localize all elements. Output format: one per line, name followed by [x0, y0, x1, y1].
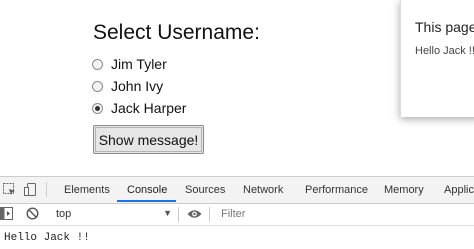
radio-label: John Ivy: [111, 78, 164, 94]
devtools-tab-bar: Elements Console Sources Network Perform…: [0, 177, 474, 204]
alert-dialog: This page Hello Jack !!: [400, 0, 474, 117]
radio-label: Jack Harper: [111, 100, 187, 116]
inspect-icon[interactable]: [3, 183, 16, 199]
console-toolbar: top ▼ Filter: [0, 204, 474, 226]
radio-button[interactable]: [92, 80, 103, 92]
radio-option-jack-harper[interactable]: Jack Harper: [92, 100, 186, 116]
radio-button[interactable]: [92, 58, 103, 70]
context-label: top: [56, 208, 72, 220]
page-heading: Select Username:: [93, 21, 260, 44]
tab-memory[interactable]: Memory: [384, 184, 424, 196]
toolbar-divider: [178, 207, 179, 222]
tab-network[interactable]: Network: [243, 184, 283, 196]
tab-application[interactable]: Applic: [444, 184, 474, 196]
radio-option-jim-tyler[interactable]: Jim Tyler: [92, 56, 167, 72]
show-message-button[interactable]: Show message!: [93, 125, 204, 154]
tab-console[interactable]: Console: [127, 184, 167, 196]
toolbar-divider: [46, 182, 47, 197]
device-toggle-icon[interactable]: [24, 183, 38, 199]
dialog-message: Hello Jack !!: [415, 45, 474, 57]
clear-console-icon[interactable]: [26, 207, 39, 223]
radio-button-checked[interactable]: [92, 102, 103, 114]
filter-input[interactable]: Filter: [221, 208, 245, 220]
dropdown-arrow-icon: ▼: [163, 208, 172, 218]
devtools-panel: Elements Console Sources Network Perform…: [0, 176, 474, 249]
toolbar-divider: [209, 207, 210, 222]
context-selector[interactable]: top ▼: [56, 207, 172, 221]
radio-label: Jim Tyler: [111, 56, 167, 72]
sidebar-toggle-icon[interactable]: [0, 207, 13, 223]
tab-sources[interactable]: Sources: [185, 184, 225, 196]
radio-option-john-ivy[interactable]: John Ivy: [92, 78, 163, 94]
eye-icon[interactable]: [187, 208, 202, 223]
console-log-line: Hello Jack !!: [4, 232, 90, 244]
tab-elements[interactable]: Elements: [64, 184, 110, 196]
tab-performance[interactable]: Performance: [305, 184, 368, 196]
web-page: Select Username: Jim Tyler John Ivy Jack…: [0, 0, 474, 176]
dialog-title: This page: [415, 19, 474, 35]
active-tab-indicator: [117, 200, 176, 202]
